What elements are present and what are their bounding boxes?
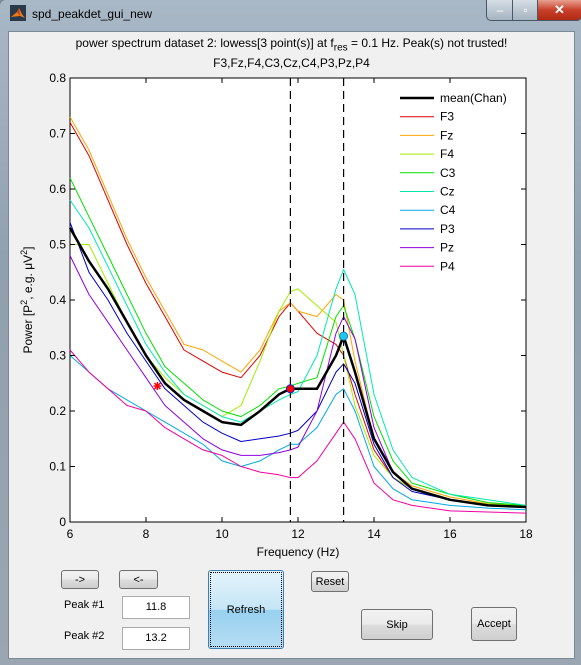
matlab-logo-icon — [10, 5, 26, 21]
next-peak-button[interactable]: -> — [61, 570, 99, 589]
legend-label: F3 — [440, 110, 454, 124]
star-marker — [153, 382, 162, 391]
x-tick-label: 12 — [291, 527, 305, 541]
x-tick-label: 14 — [367, 527, 381, 541]
app-window: spd_peakdet_gui_new – ▫ ✕ power spectrum… — [0, 0, 581, 665]
y-axis-label: Power [P2, e.g. μV2] — [19, 247, 35, 354]
y-tick-label: 0.6 — [49, 182, 66, 196]
x-axis-label: Frequency (Hz) — [257, 545, 340, 559]
title-bar[interactable]: spd_peakdet_gui_new – ▫ ✕ — [0, 0, 581, 28]
x-tick-label: 6 — [67, 527, 74, 541]
figure-client-area: power spectrum dataset 2: lowess[3 point… — [8, 31, 575, 659]
legend-label: P3 — [440, 222, 455, 236]
y-tick-label: 0.8 — [49, 71, 66, 85]
prev-peak-button[interactable]: <- — [119, 570, 158, 589]
y-tick-label: 0 — [59, 515, 66, 529]
close-button[interactable]: ✕ — [537, 0, 581, 21]
legend-label: P4 — [440, 259, 455, 273]
y-tick-label: 0.7 — [49, 127, 66, 141]
legend-label: C4 — [440, 203, 456, 217]
legend-label: Fz — [440, 128, 453, 142]
maximize-icon: ▫ — [523, 3, 528, 17]
power-spectrum-chart[interactable]: 6 8 10 12 14 16 18 0 0.1 0.2 0.3 0.4 0.5 0.6 0.7 0.8 me… — [9, 32, 574, 572]
window-title: spd_peakdet_gui_new — [32, 7, 153, 21]
peak1-label: Peak #1 — [64, 599, 105, 611]
close-icon: ✕ — [554, 2, 565, 17]
legend-label: mean(Chan) — [440, 91, 507, 105]
y-tick-label: 0.1 — [49, 460, 66, 474]
y-tick-label: 0.3 — [49, 349, 66, 363]
maximize-button[interactable]: ▫ — [512, 0, 539, 21]
y-tick-label: 0.2 — [49, 404, 66, 418]
accept-button[interactable]: Accept — [471, 607, 517, 641]
y-tick-label: 0.4 — [49, 293, 66, 307]
x-tick-label: 10 — [215, 527, 229, 541]
minimize-button[interactable]: – — [486, 0, 514, 21]
legend-label: Pz — [440, 241, 454, 255]
x-tick-label: 18 — [519, 527, 533, 541]
reset-button[interactable]: Reset — [311, 571, 349, 592]
x-tick-label: 8 — [143, 527, 150, 541]
legend-label: Cz — [440, 185, 455, 199]
refresh-button[interactable]: Refresh — [208, 570, 284, 649]
peak2-input[interactable]: 13.2 — [122, 627, 190, 650]
x-tick-label: 16 — [443, 527, 457, 541]
peak-marker-1[interactable] — [285, 384, 295, 394]
legend-label: F4 — [440, 147, 454, 161]
peak-marker-2[interactable] — [339, 331, 349, 341]
skip-button[interactable]: Skip — [361, 609, 433, 640]
peak1-input[interactable]: 11.8 — [122, 596, 190, 619]
peak2-label: Peak #2 — [64, 630, 105, 642]
plot-area — [69, 77, 527, 523]
legend-label: C3 — [440, 166, 456, 180]
minimize-icon: – — [496, 3, 504, 17]
y-tick-label: 0.5 — [49, 238, 66, 252]
